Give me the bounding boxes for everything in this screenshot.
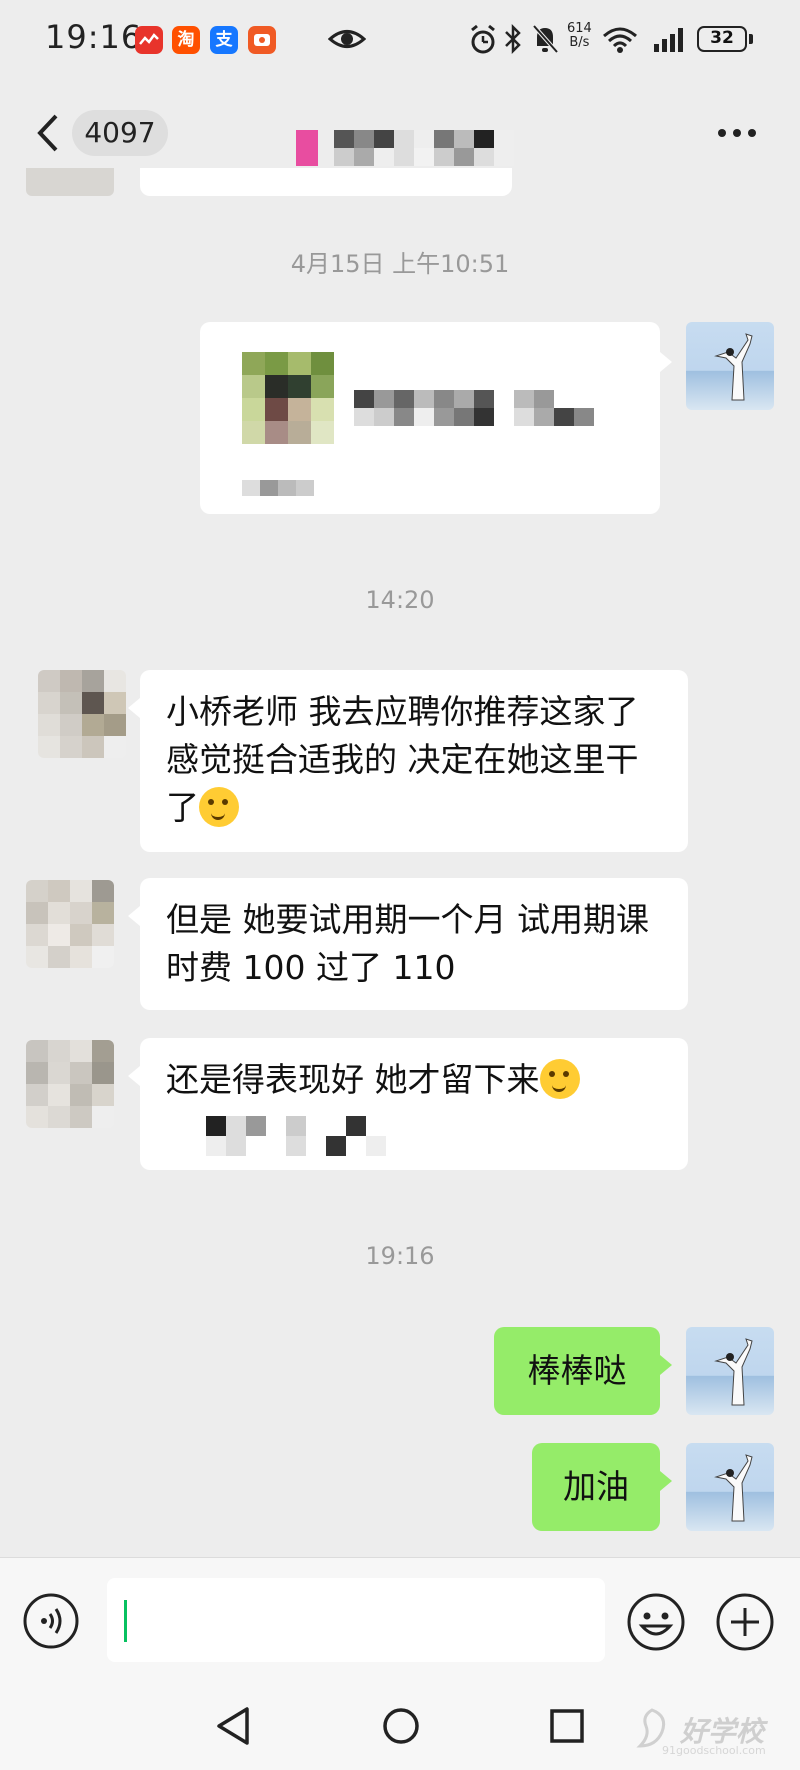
eye-icon	[328, 30, 366, 48]
contact-name-redacted	[296, 130, 318, 166]
avatar-contact[interactable]	[26, 1040, 114, 1128]
message-input[interactable]	[107, 1578, 605, 1662]
nav-home-icon[interactable]	[381, 1706, 421, 1746]
avatar-partial	[26, 168, 114, 196]
message-bubble-incoming[interactable]: 还是得表现好 她才留下来	[128, 1038, 688, 1170]
alipay-icon: 支	[210, 26, 238, 54]
message-bubble-incoming[interactable]: 小桥老师 我去应聘你推荐这家了 感觉挺合适我的 决定在她这里干了	[128, 670, 688, 852]
battery-tip	[749, 34, 753, 44]
voice-input-icon[interactable]	[22, 1592, 80, 1650]
wifi-icon	[603, 27, 637, 53]
thinking-emoji-icon	[539, 1059, 580, 1099]
timestamp: 14:20	[365, 586, 435, 614]
nav-recents-icon[interactable]	[549, 1708, 585, 1744]
avatar-self[interactable]	[686, 1327, 774, 1415]
emoji-button-icon[interactable]	[626, 1592, 686, 1652]
signal-icon	[654, 28, 683, 52]
message-text: 但是 她要试用期一个月 试用期课时费 100 过了 110	[166, 900, 649, 987]
red-app-icon	[135, 26, 163, 54]
status-time: 19:16	[45, 18, 143, 56]
message-bubble-outgoing[interactable]: 棒棒哒	[494, 1327, 672, 1415]
message-bubble-incoming[interactable]: 但是 她要试用期一个月 试用期课时费 100 过了 110	[128, 878, 688, 1010]
plus-more-icon[interactable]	[715, 1592, 775, 1652]
redacted-emoji-pixelated	[186, 1116, 506, 1156]
orange-app-icon	[248, 26, 276, 54]
bluetooth-icon	[505, 23, 521, 55]
message-bubble-partial	[140, 168, 512, 196]
card-source-pixelated	[242, 480, 314, 496]
nav-back-icon[interactable]	[215, 1705, 253, 1747]
message-text: 加油	[563, 1467, 629, 1506]
timestamp: 4月15日 上午10:51	[290, 250, 510, 278]
avatar-self[interactable]	[686, 1443, 774, 1531]
unread-count-badge[interactable]: 4097	[72, 110, 168, 156]
alarm-icon	[471, 24, 495, 54]
battery-indicator: 32	[697, 26, 747, 52]
watermark-url: 91goodschool.com	[662, 1744, 766, 1757]
avatar-contact[interactable]	[26, 880, 114, 968]
more-options-icon[interactable]	[716, 126, 758, 140]
contact-name-pixelated	[334, 130, 524, 166]
avatar-self[interactable]	[686, 322, 774, 410]
card-title-pixelated	[354, 390, 594, 426]
back-icon[interactable]	[32, 110, 62, 156]
message-text: 还是得表现好 她才留下来	[166, 1060, 540, 1099]
shared-card-message[interactable]	[200, 322, 672, 514]
net-speed: 614 B/s	[567, 21, 592, 50]
message-text: 棒棒哒	[527, 1351, 627, 1390]
taobao-icon: 淘	[172, 26, 200, 54]
mute-bell-icon	[532, 24, 559, 54]
message-bubble-outgoing[interactable]: 加油	[532, 1443, 672, 1531]
thinking-emoji-icon	[199, 787, 239, 827]
timestamp: 19:16	[365, 1242, 435, 1270]
avatar-contact[interactable]	[38, 670, 126, 758]
text-cursor	[124, 1600, 127, 1642]
card-thumbnail	[242, 352, 334, 444]
